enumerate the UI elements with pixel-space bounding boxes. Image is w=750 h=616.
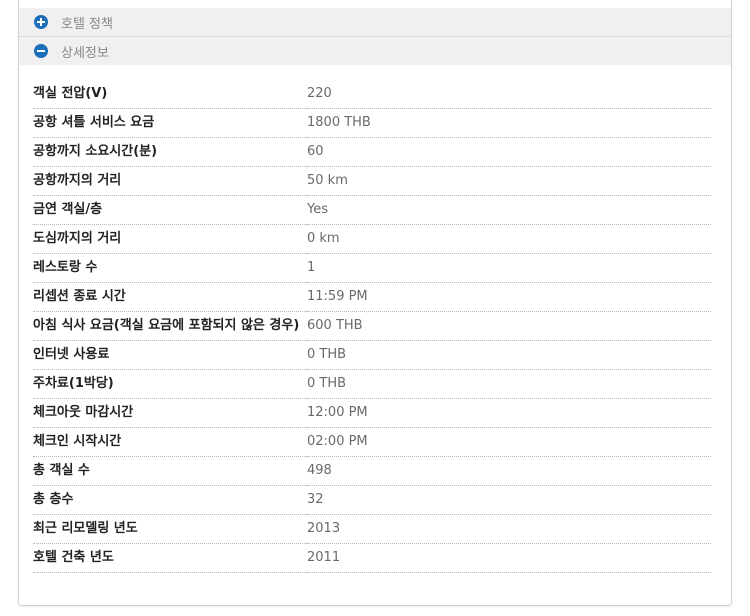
row-value: 50 km — [307, 166, 711, 196]
row-label: 레스토랑 수 — [33, 253, 307, 283]
row-value: 220 — [307, 80, 711, 109]
hotel-info-panel: 호텔 정책 상세정보 객실 전압(V) 220 공항 셔틀 서비스 요금 180… — [18, 0, 732, 606]
row-value: 0 km — [307, 224, 711, 254]
table-row: 공항까지의 거리 50 km — [33, 166, 711, 196]
row-label: 인터넷 사용료 — [33, 340, 307, 370]
row-value: 11:59 PM — [307, 282, 711, 312]
table-row: 리셉션 종료 시간 11:59 PM — [33, 282, 711, 312]
section-header-details[interactable]: 상세정보 — [19, 37, 731, 65]
row-value: 0 THB — [307, 340, 711, 370]
row-label: 최근 리모델링 년도 — [33, 514, 307, 544]
section-title-hotel-policy: 호텔 정책 — [61, 16, 113, 32]
table-row: 도심까지의 거리 0 km — [33, 224, 711, 254]
table-row: 체크아웃 마감시간 12:00 PM — [33, 398, 711, 428]
section-title-details: 상세정보 — [61, 45, 109, 61]
table-row: 총 객실 수 498 — [33, 456, 711, 486]
row-value: 2013 — [307, 514, 711, 544]
row-label: 공항까지의 거리 — [33, 166, 307, 196]
details-table: 객실 전압(V) 220 공항 셔틀 서비스 요금 1800 THB 공항까지 … — [33, 80, 711, 573]
row-label: 객실 전압(V) — [33, 80, 307, 109]
row-value: 1 — [307, 253, 711, 283]
row-value: 0 THB — [307, 369, 711, 399]
row-value: 60 — [307, 137, 711, 167]
row-label: 총 층수 — [33, 485, 307, 515]
table-row: 공항까지 소요시간(분) 60 — [33, 137, 711, 167]
row-label: 공항 셔틀 서비스 요금 — [33, 108, 307, 138]
row-label: 체크아웃 마감시간 — [33, 398, 307, 428]
row-value: 2011 — [307, 543, 711, 573]
table-row: 총 층수 32 — [33, 485, 711, 515]
row-label: 리셉션 종료 시간 — [33, 282, 307, 312]
row-value: 02:00 PM — [307, 427, 711, 457]
table-row: 아침 식사 요금(객실 요금에 포함되지 않은 경우) 600 THB — [33, 311, 711, 341]
row-label: 총 객실 수 — [33, 456, 307, 486]
table-row: 인터넷 사용료 0 THB — [33, 340, 711, 370]
row-value: Yes — [307, 195, 711, 225]
row-value: 1800 THB — [307, 108, 711, 138]
row-label: 체크인 시작시간 — [33, 427, 307, 457]
row-label: 금연 객실/층 — [33, 195, 307, 225]
row-value: 600 THB — [307, 311, 711, 341]
row-value: 498 — [307, 456, 711, 486]
table-row: 금연 객실/층 Yes — [33, 195, 711, 225]
row-label: 아침 식사 요금(객실 요금에 포함되지 않은 경우) — [33, 311, 307, 341]
row-label: 호텔 건축 년도 — [33, 543, 307, 573]
row-value: 12:00 PM — [307, 398, 711, 428]
table-row: 레스토랑 수 1 — [33, 253, 711, 283]
row-label: 도심까지의 거리 — [33, 224, 307, 254]
table-row: 체크인 시작시간 02:00 PM — [33, 427, 711, 457]
table-row: 공항 셔틀 서비스 요금 1800 THB — [33, 108, 711, 138]
row-label: 주차료(1박당) — [33, 369, 307, 399]
table-row: 객실 전압(V) 220 — [33, 80, 711, 109]
row-value: 32 — [307, 485, 711, 515]
minus-circle-icon[interactable] — [34, 44, 48, 58]
table-row: 최근 리모델링 년도 2013 — [33, 514, 711, 544]
table-row: 주차료(1박당) 0 THB — [33, 369, 711, 399]
plus-circle-icon[interactable] — [34, 15, 48, 29]
section-header-hotel-policy[interactable]: 호텔 정책 — [19, 8, 731, 37]
table-row: 호텔 건축 년도 2011 — [33, 543, 711, 573]
row-label: 공항까지 소요시간(분) — [33, 137, 307, 167]
